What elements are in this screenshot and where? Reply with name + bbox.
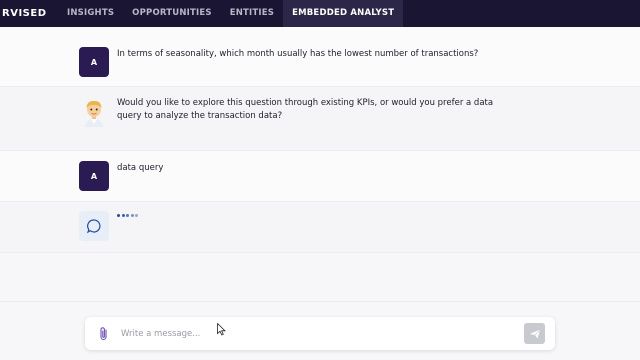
message-composer [85,317,555,350]
tab-insights[interactable]: INSIGHTS [58,0,123,27]
user-avatar: A [79,47,109,77]
chat-bubble-icon [79,211,109,241]
brand-logo[interactable]: RVISED [0,8,58,19]
assistant-message: Would you like to explore this question … [0,87,640,151]
person-emoji-icon [79,97,109,127]
typing-indicator [117,214,138,217]
message-text: data query [117,163,164,173]
tab-opportunities[interactable]: OPPORTUNITIES [123,0,221,27]
chat-spacer [0,253,640,302]
tab-entities[interactable]: ENTITIES [221,0,283,27]
tab-embedded-analyst[interactable]: EMBEDDED ANALYST [283,0,404,27]
user-message: A data query [0,151,640,202]
user-message: A In terms of seasonality, which month u… [0,27,640,87]
paperclip-icon[interactable] [97,326,111,342]
message-text: In terms of seasonality, which month usu… [117,49,479,59]
message-text: Would you like to explore this question … [117,98,494,121]
send-icon [529,328,540,338]
top-navigation-bar: RVISED INSIGHTS OPPORTUNITIES ENTITIES E… [0,0,640,27]
assistant-message [0,202,640,253]
message-input[interactable] [119,325,503,343]
mouse-cursor-icon [217,321,226,340]
send-button[interactable] [524,323,545,344]
user-avatar: A [79,161,109,191]
